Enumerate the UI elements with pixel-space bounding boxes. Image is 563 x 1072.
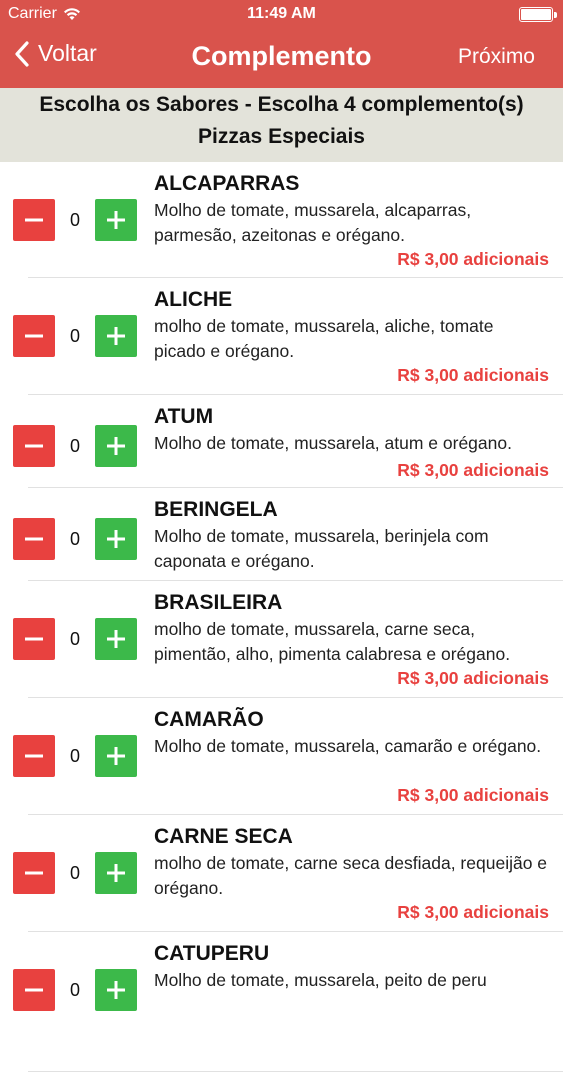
category-title: Pizzas Especiais — [198, 125, 365, 148]
item-name: ALCAPARRAS — [154, 172, 300, 195]
increase-button[interactable] — [95, 618, 137, 660]
quantity-stepper: 0 — [13, 735, 137, 777]
decrease-button[interactable] — [13, 425, 55, 467]
quantity-stepper: 0 — [13, 618, 137, 660]
quantity-value: 0 — [69, 745, 80, 766]
list-item: 0 BRASILEIRA molho de tomate, mussarela, c… — [0, 581, 563, 698]
item-name: CAMARÃO — [154, 708, 264, 731]
quantity-value: 0 — [69, 209, 80, 230]
list-item: 0 ATUM Molho de tomate, mussarela, atum e … — [0, 395, 563, 488]
minus-icon — [22, 324, 46, 348]
quantity-stepper: 0 — [13, 315, 137, 357]
decrease-button[interactable] — [13, 735, 55, 777]
item-name: ATUM — [154, 405, 214, 428]
plus-icon — [104, 744, 128, 768]
minus-icon — [22, 434, 46, 458]
quantity-stepper: 0 — [13, 518, 137, 560]
increase-button[interactable] — [95, 969, 137, 1011]
item-info: CAMARÃO Molho de tomate, mussarela, camar… — [154, 707, 549, 759]
minus-icon — [22, 861, 46, 885]
quantity-stepper: 0 — [13, 425, 137, 467]
item-info: ATUM Molho de tomate, mussarela, atum e o… — [154, 404, 549, 456]
plus-icon — [104, 978, 128, 1002]
minus-icon — [22, 978, 46, 1002]
item-description: Molho de tomate, mussarela, berinjela co… — [154, 526, 489, 571]
item-price: R$ 3,00 adicionais — [397, 902, 549, 922]
item-name: BRASILEIRA — [154, 591, 283, 614]
quantity-value: 0 — [69, 435, 80, 456]
item-info: CATUPERU Molho de tomate, mussarela, peit… — [154, 941, 549, 993]
increase-button[interactable] — [95, 425, 137, 467]
battery-icon — [519, 7, 553, 22]
plus-icon — [104, 208, 128, 232]
decrease-button[interactable] — [13, 618, 55, 660]
item-price: R$ 3,00 adicionais — [397, 365, 549, 385]
decrease-button[interactable] — [13, 852, 55, 894]
increase-button[interactable] — [95, 315, 137, 357]
item-name: CARNE SECA — [154, 825, 293, 848]
item-price: R$ 3,00 adicionais — [397, 249, 549, 269]
status-bar: Carrier 11:49 AM — [0, 0, 563, 30]
item-info: ALICHE molho de tomate, mussarela, aliche… — [154, 287, 549, 364]
battery-tip — [554, 12, 557, 18]
item-price: R$ 3,00 adicionais — [397, 668, 549, 688]
quantity-value: 0 — [69, 979, 80, 1000]
item-info: CARNE SECA molho de tomate, carne seca de… — [154, 824, 549, 901]
item-price: R$ 3,00 adicionais — [397, 460, 549, 480]
navigation-bar: Carrier 11:49 AM Voltar Complemento Próx… — [0, 0, 563, 88]
item-description: Molho de tomate, mussarela, atum e oréga… — [154, 433, 512, 453]
quantity-value: 0 — [69, 528, 80, 549]
quantity-value: 0 — [69, 325, 80, 346]
increase-button[interactable] — [95, 735, 137, 777]
plus-icon — [104, 527, 128, 551]
item-description: Molho de tomate, mussarela, camarão e or… — [154, 736, 542, 756]
increase-button[interactable] — [95, 518, 137, 560]
minus-icon — [22, 627, 46, 651]
instruction-text: Escolha os Sabores - Escolha 4 complemen… — [39, 93, 524, 116]
minus-icon — [22, 744, 46, 768]
plus-icon — [104, 324, 128, 348]
item-name: BERINGELA — [154, 498, 278, 521]
list-item: 0 CATUPERU Molho de tomate, mussarela, pei… — [0, 932, 563, 1072]
quantity-stepper: 0 — [13, 199, 137, 241]
list-item: 0 ALICHE molho de tomate, mussarela, alich… — [0, 278, 563, 395]
item-description: Molho de tomate, mussarela, peito de per… — [154, 970, 487, 990]
quantity-stepper: 0 — [13, 969, 137, 1011]
decrease-button[interactable] — [13, 518, 55, 560]
item-description: molho de tomate, mussarela, carne seca, … — [154, 619, 511, 664]
item-info: BRASILEIRA molho de tomate, mussarela, ca… — [154, 590, 549, 667]
decrease-button[interactable] — [13, 315, 55, 357]
list-item: 0 ALCAPARRAS Molho de tomate, mussarela, a… — [0, 162, 563, 278]
status-time: 11:49 AM — [247, 5, 316, 22]
item-name: ALICHE — [154, 288, 233, 311]
increase-button[interactable] — [95, 852, 137, 894]
item-name: CATUPERU — [154, 942, 270, 965]
quantity-value: 0 — [69, 862, 80, 883]
item-description: molho de tomate, carne seca desfiada, re… — [154, 853, 548, 898]
item-description: Molho de tomate, mussarela, alcaparras, … — [154, 200, 472, 245]
section-header: Escolha os Sabores - Escolha 4 complemen… — [0, 88, 563, 162]
complement-list: 0 ALCAPARRAS Molho de tomate, mussarela, a… — [0, 162, 563, 1072]
list-item: 0 CARNE SECA molho de tomate, carne seca d… — [0, 815, 563, 932]
item-description: molho de tomate, mussarela, aliche, toma… — [154, 316, 494, 361]
decrease-button[interactable] — [13, 969, 55, 1011]
item-info: BERINGELA Molho de tomate, mussarela, ber… — [154, 497, 549, 574]
item-info: ALCAPARRAS Molho de tomate, mussarela, al… — [154, 171, 549, 248]
plus-icon — [104, 627, 128, 651]
quantity-stepper: 0 — [13, 852, 137, 894]
increase-button[interactable] — [95, 199, 137, 241]
plus-icon — [104, 861, 128, 885]
next-button[interactable]: Próximo — [458, 45, 535, 69]
list-item: 0 BERINGELA Molho de tomate, mussarela, be… — [0, 488, 563, 581]
item-price: R$ 3,00 adicionais — [397, 785, 549, 805]
decrease-button[interactable] — [13, 199, 55, 241]
minus-icon — [22, 208, 46, 232]
list-item: 0 CAMARÃO Molho de tomate, mussarela, cama… — [0, 698, 563, 815]
plus-icon — [104, 434, 128, 458]
minus-icon — [22, 527, 46, 551]
quantity-value: 0 — [69, 628, 80, 649]
